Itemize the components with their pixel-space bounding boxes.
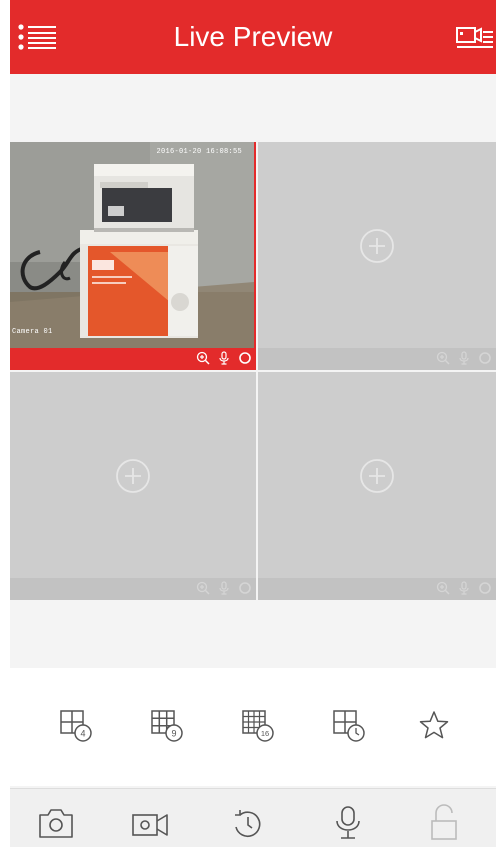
microphone-icon — [459, 581, 469, 595]
feed-channel-label: Camera 01 — [12, 328, 53, 336]
camera-feed: 2016-01-20 16:08:55 Camera 01 — [10, 142, 254, 348]
record-circle-icon — [479, 352, 491, 364]
cell-toolbar — [10, 348, 256, 370]
bottom-toolbar — [10, 788, 496, 847]
cell-toolbar — [258, 348, 496, 370]
playback-button[interactable] — [228, 803, 268, 841]
video-record-button[interactable] — [130, 803, 170, 841]
grid-4-icon: 4 — [60, 710, 92, 742]
preview-cell-3[interactable] — [10, 372, 256, 600]
top-spacer — [10, 74, 496, 142]
grid-16-icon: 16 — [242, 710, 274, 742]
zoom-in-icon — [196, 581, 210, 595]
cell-toolbar — [10, 578, 256, 600]
layout-9-button[interactable]: 9 — [149, 708, 185, 744]
layout-4-label: 4 — [80, 729, 85, 739]
cell-toolbar — [258, 578, 496, 600]
grid-9-icon: 9 — [151, 710, 183, 742]
voice-talk-button[interactable] — [328, 803, 368, 841]
snapshot-button[interactable] — [36, 803, 76, 841]
feed-timestamp: 2016-01-20 16:08:55 — [156, 148, 242, 156]
layout-16-button[interactable]: 16 — [240, 708, 276, 744]
record-circle-icon[interactable] — [238, 351, 252, 365]
device-list-button[interactable] — [454, 24, 496, 52]
lock-button[interactable] — [424, 803, 464, 841]
record-circle-icon — [479, 582, 491, 594]
live-preview-screen: Live Preview 2016-01-20 16:08:55 Camera … — [10, 0, 496, 847]
layout-9-label: 9 — [171, 729, 176, 739]
plus-circle-icon[interactable] — [359, 458, 395, 494]
plus-circle-icon[interactable] — [115, 458, 151, 494]
layout-selector-bar: 4 9 16 — [10, 668, 496, 786]
star-icon — [419, 711, 449, 739]
camera-feed-image — [10, 142, 254, 348]
microphone-icon — [219, 581, 229, 595]
microphone-icon[interactable] — [218, 351, 230, 365]
page-title: Live Preview — [173, 21, 333, 52]
preview-cell-1[interactable]: 2016-01-20 16:08:55 Camera 01 — [10, 142, 256, 370]
favorites-button[interactable] — [416, 708, 452, 744]
zoom-in-icon[interactable] — [196, 351, 210, 365]
zoom-in-icon — [436, 351, 450, 365]
layout-16-label: 16 — [261, 729, 269, 738]
history-clock-icon — [235, 810, 261, 837]
camera-list-icon — [456, 27, 493, 48]
camera-icon — [39, 809, 73, 838]
video-camera-icon — [132, 814, 168, 836]
microphone-icon — [336, 806, 360, 839]
unlock-icon — [431, 804, 457, 840]
record-circle-icon — [239, 582, 251, 594]
zoom-in-icon — [436, 581, 450, 595]
grid-clock-icon — [333, 710, 365, 742]
layout-4-button[interactable]: 4 — [58, 708, 94, 744]
app-header: Live Preview — [10, 0, 496, 74]
preview-grid: 2016-01-20 16:08:55 Camera 01 — [10, 142, 496, 602]
microphone-icon — [459, 351, 469, 365]
preview-cell-4[interactable] — [258, 372, 496, 600]
plus-circle-icon[interactable] — [359, 228, 395, 264]
playback-layout-button[interactable] — [331, 708, 367, 744]
preview-cell-2[interactable] — [258, 142, 496, 370]
bottom-spacer — [10, 602, 496, 668]
